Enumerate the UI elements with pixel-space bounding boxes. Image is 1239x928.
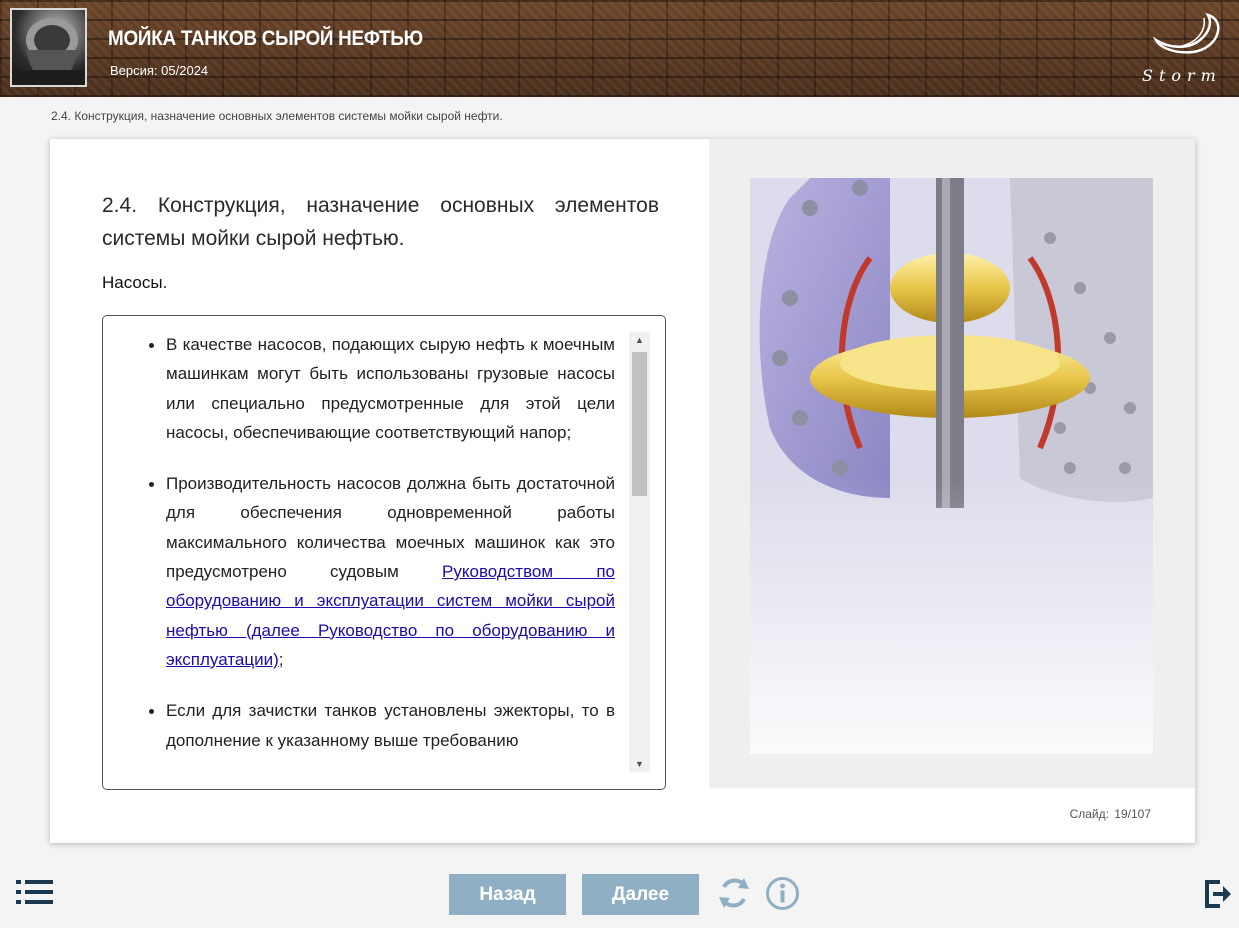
slide-title-line2: системы мойки сырой нефтью. bbox=[102, 227, 405, 250]
course-version: Версия: 05/2024 bbox=[110, 63, 209, 78]
menu-list-icon[interactable] bbox=[16, 880, 53, 909]
scroll-up-arrow-icon[interactable]: ▲ bbox=[629, 332, 650, 348]
scroll-down-arrow-icon[interactable]: ▼ bbox=[629, 756, 650, 772]
list-item-end: ; bbox=[278, 649, 284, 669]
pump-cutaway-image bbox=[750, 178, 1153, 754]
text-scroll-area[interactable]: В качестве насосов, подающих сырую нефть… bbox=[103, 330, 633, 789]
back-button[interactable]: Назад bbox=[449, 874, 566, 915]
next-button[interactable]: Далее bbox=[582, 874, 699, 915]
scrollbar-thumb[interactable] bbox=[632, 352, 647, 496]
image-panel bbox=[709, 139, 1195, 788]
course-thumbnail bbox=[10, 8, 87, 87]
exit-icon[interactable] bbox=[1204, 879, 1232, 914]
header-bar: МОЙКА ТАНКОВ СЫРОЙ НЕФТЬЮ Версия: 05/202… bbox=[0, 0, 1239, 97]
info-icon[interactable] bbox=[765, 876, 800, 916]
storm-logo: Storm bbox=[1138, 10, 1228, 85]
slide-title-line1: 2.4. Конструкция, назначение основных эл… bbox=[102, 194, 659, 217]
logo-text: Storm bbox=[1142, 66, 1222, 85]
replay-icon[interactable] bbox=[716, 875, 752, 916]
scrollable-text-box[interactable]: В качестве насосов, подающих сырую нефть… bbox=[102, 315, 666, 790]
slide-card: 2.4. Конструкция, назначение основных эл… bbox=[50, 139, 1195, 843]
bullet-list: В качестве насосов, подающих сырую нефть… bbox=[103, 330, 633, 755]
list-item: В качестве насосов, подающих сырую нефть… bbox=[149, 330, 615, 447]
breadcrumb: 2.4. Конструкция, назначение основных эл… bbox=[51, 109, 503, 123]
course-title: МОЙКА ТАНКОВ СЫРОЙ НЕФТЬЮ bbox=[108, 27, 423, 50]
list-item: Если для зачистки танков установлены эже… bbox=[149, 696, 615, 755]
slide-counter: Слайд: 19/107 bbox=[1069, 807, 1151, 821]
slide-title: 2.4. Конструкция, назначение основных эл… bbox=[102, 189, 659, 255]
scrollbar[interactable]: ▲ ▼ bbox=[629, 332, 650, 772]
section-subheading: Насосы. bbox=[102, 273, 168, 292]
list-item: Производительность насосов должна быть д… bbox=[149, 469, 615, 674]
